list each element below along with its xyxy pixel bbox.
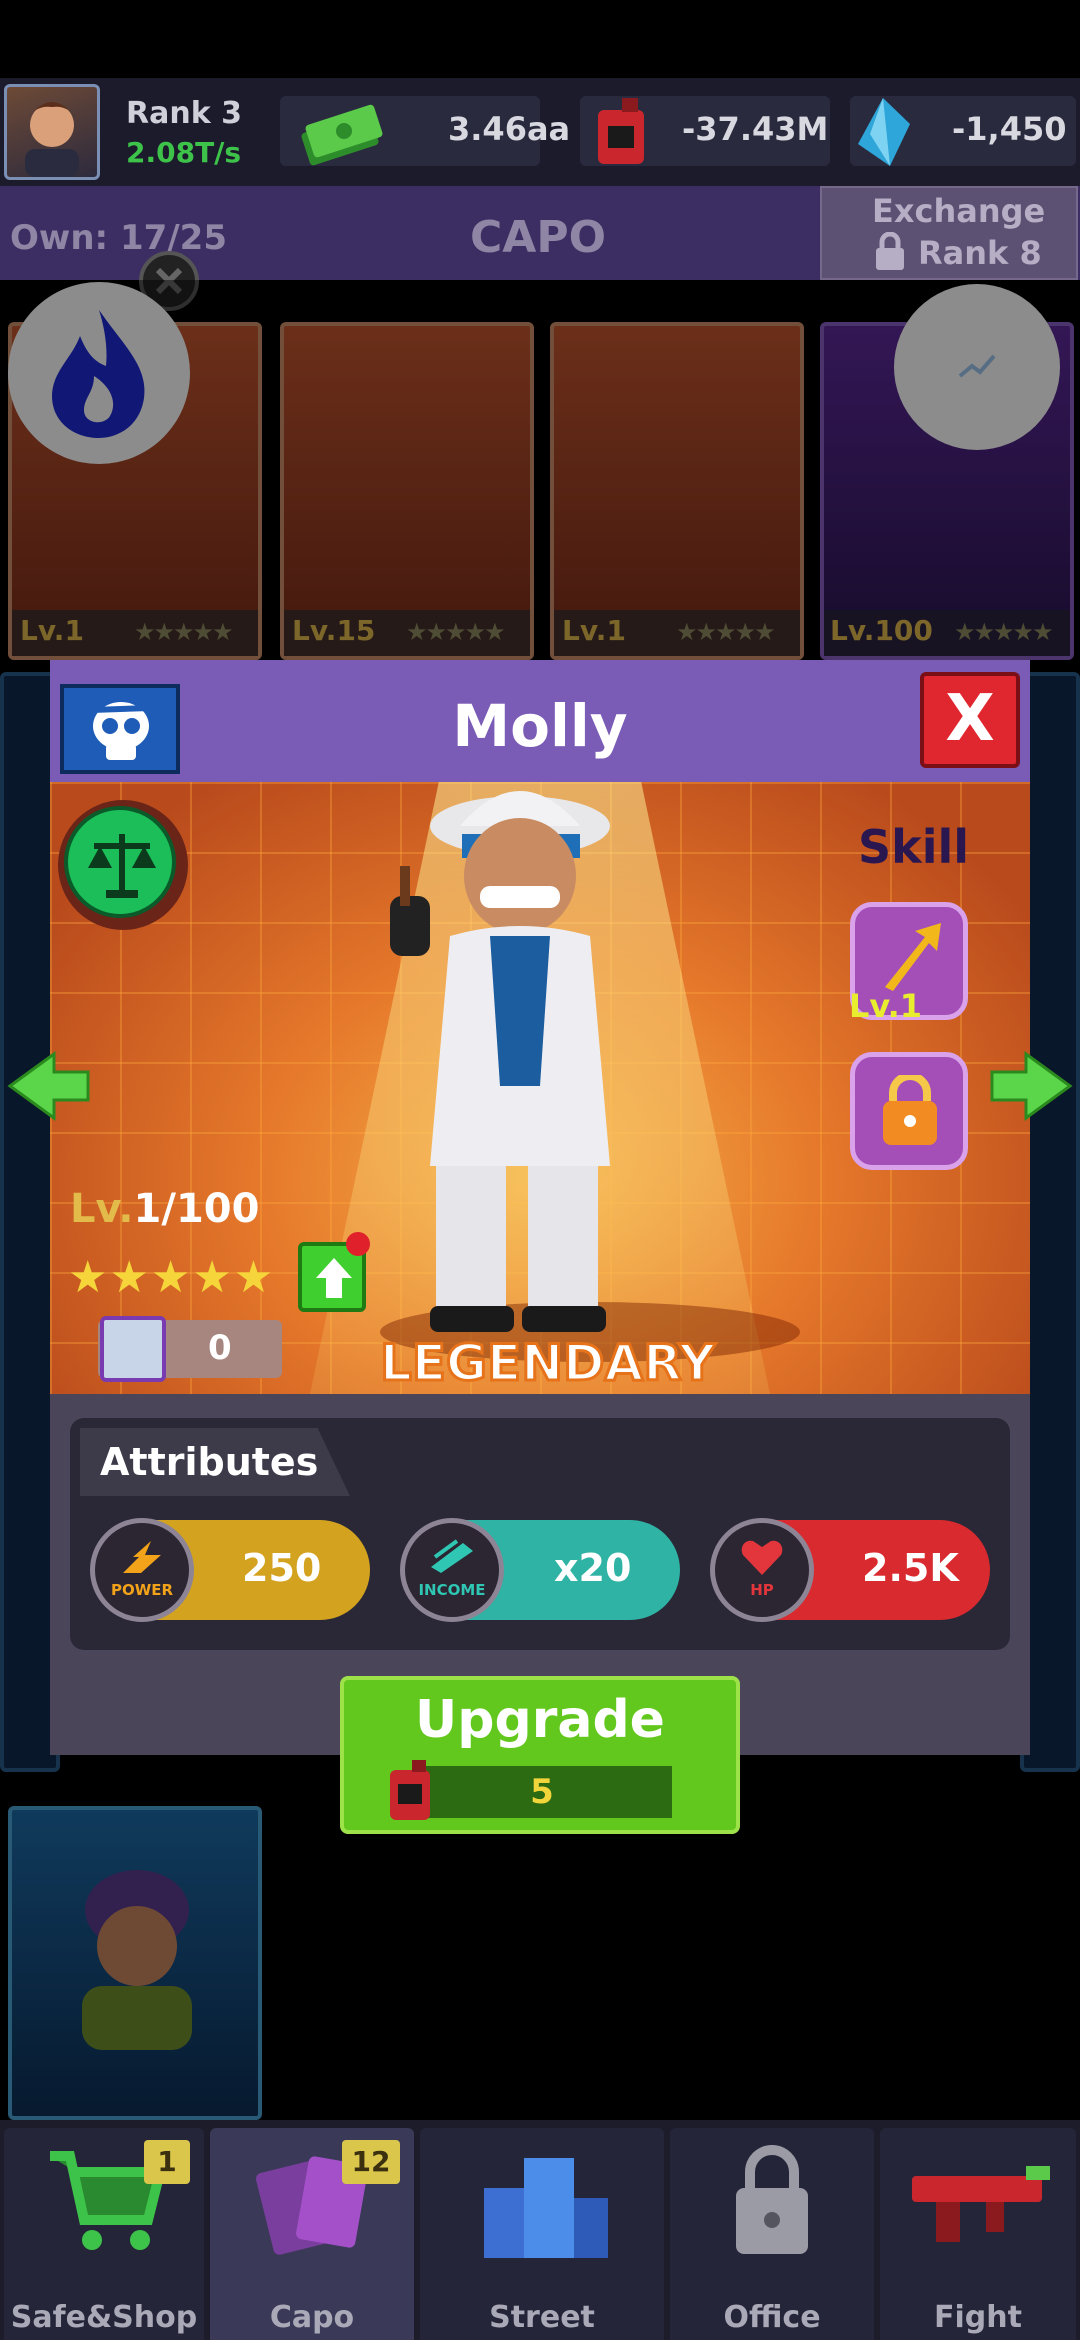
player-portrait-icon: [25, 102, 79, 177]
exchange-rank: Rank 8: [918, 234, 1042, 272]
molly-character-icon: [390, 791, 610, 1332]
tab-label: Street: [489, 2300, 595, 2335]
burst-icon: [123, 1541, 161, 1573]
capo-badge: 12: [342, 2140, 400, 2184]
balance-emblem: [64, 806, 176, 918]
rarity-label: LEGENDARY: [378, 1333, 716, 1394]
exchange-label: Exchange: [872, 192, 1046, 230]
next-arrow-icon[interactable]: [988, 1050, 1074, 1122]
page-title: CAPO: [470, 212, 606, 263]
upgrade-label: Upgrade: [415, 1690, 665, 1750]
tab-label: Office: [723, 2300, 821, 2335]
cash-wing-icon: [431, 1539, 473, 1573]
hp-label: HP: [750, 1581, 774, 1599]
player-avatar[interactable]: [4, 84, 100, 180]
income-label: INCOME: [418, 1581, 486, 1599]
office-lock-icon: [736, 2145, 808, 2254]
arrow-up-skill-icon: [885, 923, 941, 991]
skill-slot-1[interactable]: Lv.1: [849, 902, 968, 1025]
capo-level: Lv.1/100: [70, 1186, 260, 1232]
upgrade-cost: 5: [530, 1772, 554, 1812]
scales-icon: [88, 834, 156, 898]
star-upgrade-button[interactable]: [298, 1232, 370, 1312]
tab-street[interactable]: Street: [420, 2128, 664, 2340]
hp-value: 2.5K: [862, 1546, 959, 1590]
shard-counter: 0: [98, 1316, 282, 1382]
rank-label: Rank 3: [126, 96, 242, 131]
class-emblem-frame: [58, 800, 188, 930]
padlock-icon: [883, 1075, 937, 1145]
shop-badge: 1: [144, 2140, 190, 2184]
shard-portrait-icon: [100, 1316, 166, 1382]
tab-label: Capo: [269, 2300, 355, 2335]
income-value: x20: [554, 1546, 632, 1590]
notification-dot: [346, 1232, 370, 1256]
fuel-can-icon: [598, 98, 644, 164]
capo-stars: ★★★★★: [68, 1252, 276, 1303]
cash-stack-icon: [301, 104, 383, 166]
close-button[interactable]: X: [920, 672, 1020, 768]
capo-name: Molly: [452, 692, 628, 760]
city-buildings-icon: [484, 2158, 608, 2258]
income-icon: INCOME: [400, 1518, 504, 1622]
upgrade-button[interactable]: Upgrade 5: [340, 1676, 740, 1834]
heart-armor-icon: [741, 1540, 783, 1575]
lock-icon: [876, 232, 904, 270]
skill-level: Lv.1: [849, 987, 923, 1025]
gem-value: -1,450: [952, 110, 1067, 148]
tab-label: Fight: [934, 2300, 1022, 2335]
tab-fight[interactable]: Fight: [880, 2128, 1076, 2340]
skill-label: Skill: [858, 820, 970, 874]
income-rate: 2.08T/s: [126, 136, 242, 169]
shard-count: 0: [208, 1328, 232, 1368]
gun-icon: [912, 2166, 1050, 2242]
cash-value: 3.46aa: [448, 110, 571, 148]
tab-safe-shop[interactable]: 1 Safe&Shop: [4, 2128, 204, 2340]
hp-icon: HP: [710, 1518, 814, 1622]
up-arrow-icon: [316, 1258, 352, 1298]
skill-slot-2-locked[interactable]: [850, 1052, 968, 1170]
power-value: 250: [242, 1546, 322, 1590]
power-label: POWER: [110, 1581, 174, 1599]
tab-office[interactable]: Office: [670, 2128, 874, 2340]
attributes-title: Attributes: [100, 1440, 319, 1484]
close-label: X: [945, 682, 995, 756]
tab-capo[interactable]: 12 Capo: [210, 2128, 414, 2340]
prev-arrow-icon[interactable]: [6, 1050, 92, 1122]
tab-label: Safe&Shop: [10, 2300, 198, 2335]
fuel-value: -37.43M: [682, 110, 829, 148]
exchange-button[interactable]: Exchange Rank 8: [820, 186, 1078, 280]
upgrade-cost-bar: 5: [390, 1760, 672, 1820]
power-icon: POWER: [90, 1518, 194, 1622]
blue-gem-icon: [858, 98, 910, 166]
